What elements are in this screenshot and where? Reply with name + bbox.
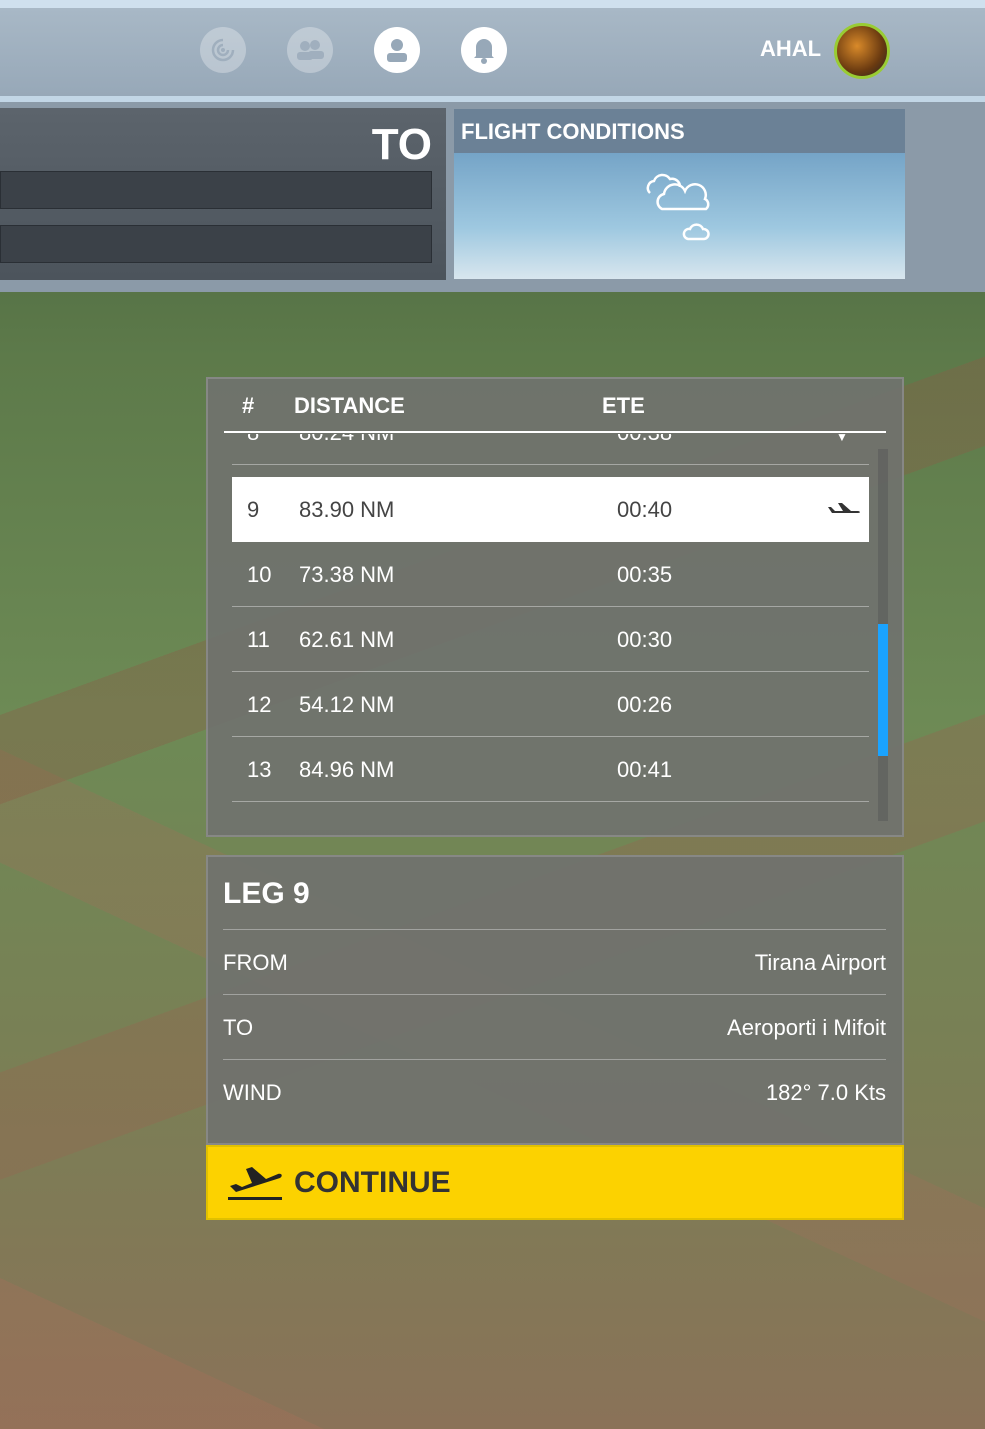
wind-row: WIND 182° 7.0 Kts [223, 1059, 886, 1124]
header-divider [224, 431, 886, 433]
table-row[interactable]: 12 54.12 NM 00:26 [232, 672, 869, 737]
to-row: TO Aeroporti i Mifoit [223, 994, 886, 1059]
table-row[interactable]: 11 62.61 NM 00:30 [232, 607, 869, 672]
wind-label: WIND [223, 1080, 282, 1105]
from-value: Tirana Airport [754, 950, 886, 975]
col-header-ete: ETE [602, 393, 645, 418]
row-ete: 00:35 [617, 562, 673, 587]
to-value: Aeroporti i Mifoit [727, 1015, 886, 1040]
profile-icon[interactable] [374, 27, 420, 73]
col-header-num: # [242, 393, 255, 418]
row-ete: 00:30 [617, 627, 673, 652]
row-distance: 83.90 NM [299, 497, 395, 522]
row-distance: 73.38 NM [299, 562, 395, 587]
table-row-selected[interactable]: 9 83.90 NM 00:40 [232, 477, 869, 542]
takeoff-icon [228, 1166, 282, 1200]
table-row[interactable]: 13 84.96 NM 00:41 [232, 737, 869, 802]
from-row: FROM Tirana Airport [223, 929, 886, 994]
row-distance: 84.96 NM [299, 757, 395, 782]
continue-button[interactable]: CONTINUE [206, 1145, 904, 1220]
row-num: 12 [247, 692, 272, 717]
row-ete: 00:38 [617, 434, 672, 446]
leg-detail-panel: LEG 9 FROM Tirana Airport TO Aeroporti i M… [206, 855, 904, 1145]
avatar[interactable] [834, 23, 890, 79]
notification-bell-icon[interactable] [461, 27, 507, 73]
row-distance: 62.61 NM [299, 627, 395, 652]
destination-box: TO [0, 108, 446, 280]
scrollbar-track[interactable] [878, 449, 888, 821]
row-num: 10 [247, 562, 272, 587]
row-num: 13 [247, 757, 272, 782]
destination-title: TO [371, 120, 432, 169]
dropdown-arrow-icon[interactable]: ▼ [836, 434, 848, 444]
airplane-icon [828, 503, 860, 513]
flight-conditions-panel: FLIGHT CONDITIONS [454, 109, 905, 279]
flight-conditions-title: FLIGHT CONDITIONS [454, 109, 905, 153]
row-num: 8 [247, 434, 259, 446]
friends-icon[interactable] [287, 27, 333, 73]
cloud-icon [646, 173, 710, 241]
destination-field-2[interactable] [0, 225, 432, 263]
row-num: 9 [247, 497, 260, 522]
activity-icon[interactable] [200, 27, 246, 73]
col-header-distance: DISTANCE [294, 393, 405, 418]
destination-field-1[interactable] [0, 171, 432, 209]
to-label: TO [223, 1015, 254, 1040]
wind-value: 182° 7.0 Kts [765, 1080, 886, 1105]
continue-label: CONTINUE [294, 1165, 451, 1199]
row-distance: 80.24 NM [299, 434, 394, 446]
from-label: FROM [223, 950, 288, 975]
scrollbar-thumb[interactable] [878, 624, 888, 756]
row-ete: 00:41 [617, 757, 673, 782]
table-row[interactable]: 10 73.38 NM 00:35 [232, 542, 869, 607]
leg-title: LEG 9 [223, 877, 310, 910]
table-row[interactable]: 8 80.24 NM 00:38 ▼ [232, 434, 869, 465]
row-ete: 00:26 [617, 692, 673, 717]
username[interactable]: AHAL [760, 36, 821, 62]
top-strip [0, 0, 985, 8]
row-ete: 00:40 [617, 497, 673, 522]
row-num: 11 [247, 627, 270, 652]
row-distance: 54.12 NM [299, 692, 395, 717]
legs-table: # DISTANCE ETE 8 80.24 NM 00:38 ▼ 9 83.9… [206, 377, 904, 837]
